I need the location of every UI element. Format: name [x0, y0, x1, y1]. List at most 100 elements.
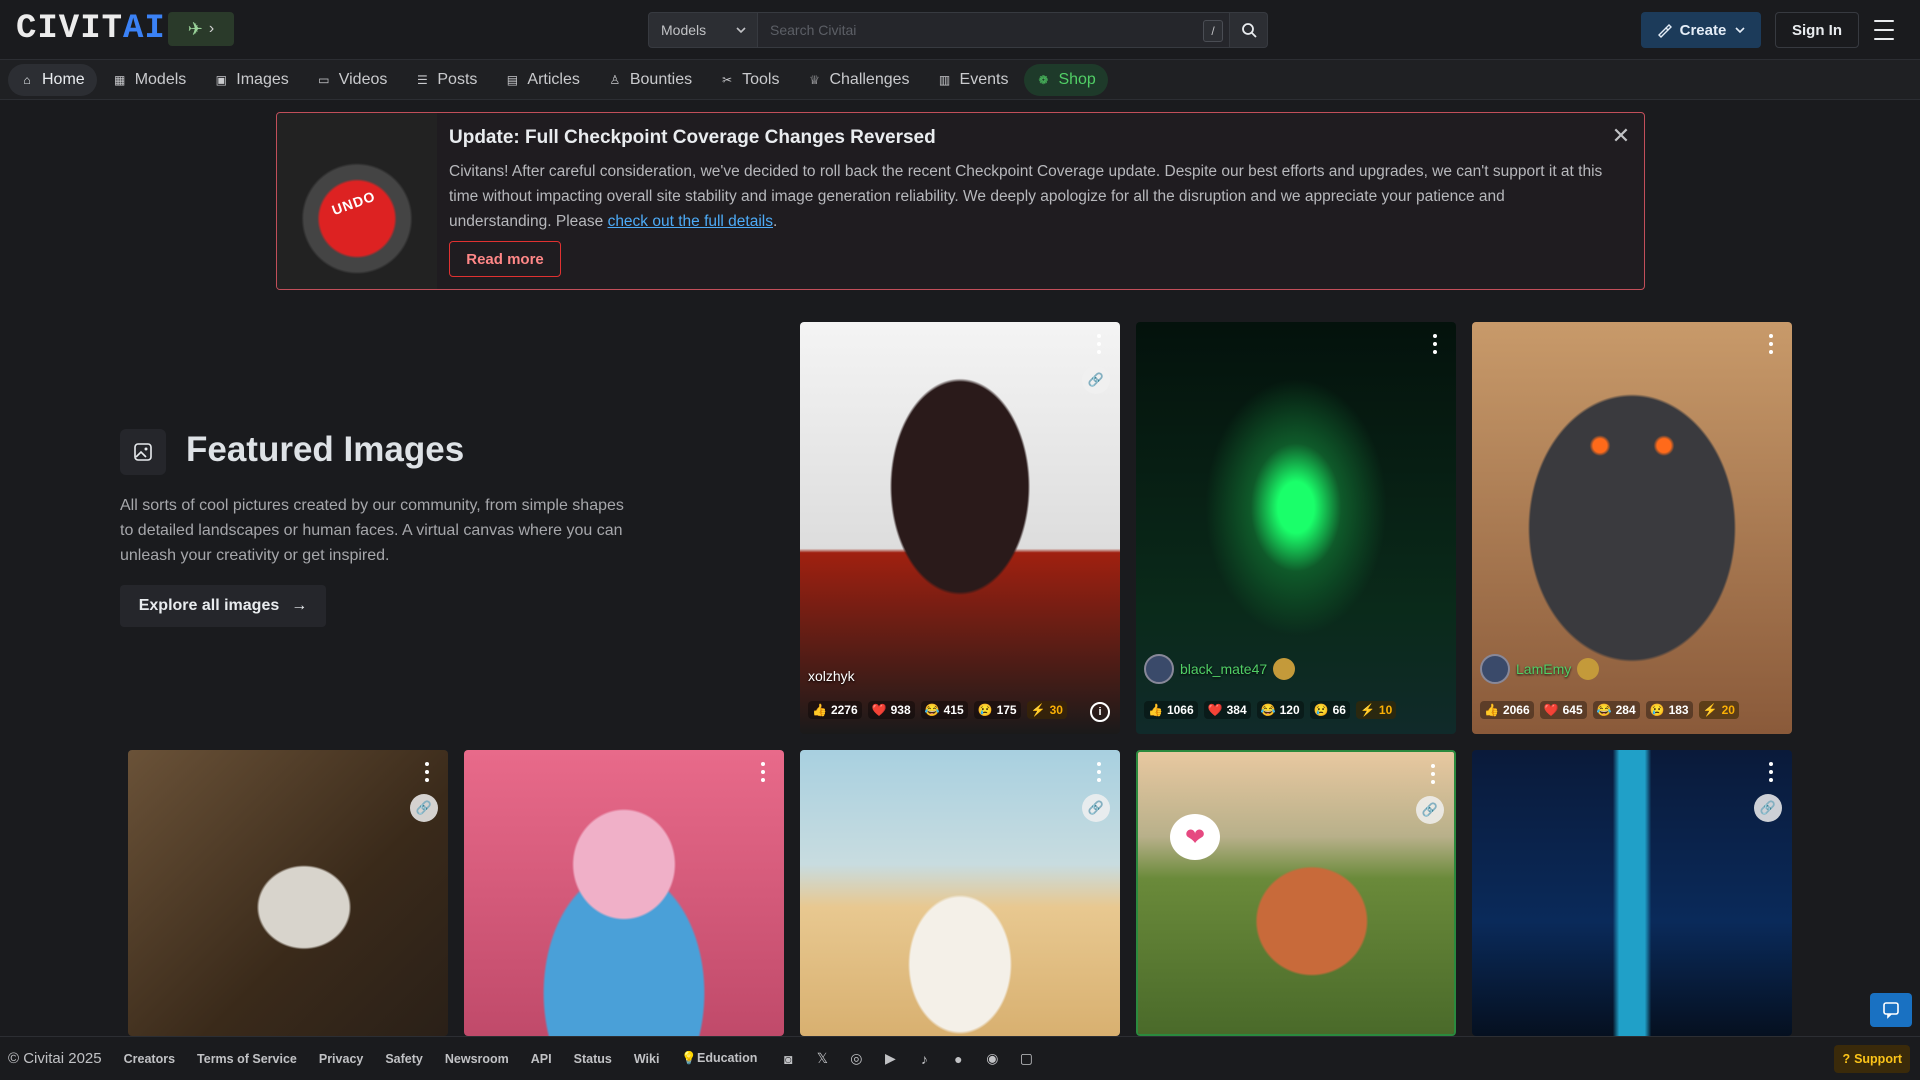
github-icon[interactable]: ◉ — [983, 1050, 1001, 1068]
bounty-icon: ♙ — [609, 72, 621, 87]
explore-all-images-button[interactable]: Explore all images → — [120, 585, 326, 627]
search-scope-select[interactable]: Models — [648, 12, 758, 48]
avatar — [1480, 654, 1510, 684]
link-icon[interactable]: 🔗 — [1082, 366, 1110, 394]
shop-icon: ❁ — [1038, 72, 1049, 87]
x-icon[interactable]: 𝕏 — [813, 1050, 831, 1068]
footer-link-status[interactable]: Status — [574, 1052, 612, 1066]
brush-icon — [1657, 24, 1672, 38]
search-button[interactable] — [1230, 12, 1268, 48]
heart-reaction[interactable]: ❤️ 938 — [867, 701, 915, 719]
reddit-icon[interactable]: ● — [949, 1050, 967, 1068]
more-options-icon[interactable] — [1768, 762, 1774, 782]
civitai-logo[interactable]: CIVITAI — [16, 10, 166, 48]
footer-link-wiki[interactable]: Wiki — [634, 1052, 660, 1066]
more-options-icon[interactable] — [1096, 762, 1102, 782]
nav-bounties[interactable]: ♙ Bounties — [596, 64, 704, 96]
nav-challenges[interactable]: ♕ Challenges — [795, 64, 921, 96]
nav-shop[interactable]: ❁ Shop — [1024, 63, 1108, 96]
hamburger-menu-icon[interactable] — [1870, 18, 1898, 42]
search-input[interactable]: Search Civitai / — [758, 12, 1230, 48]
heart-reaction[interactable]: ❤️ 384 — [1203, 701, 1251, 719]
nav-posts[interactable]: ☰ Posts — [403, 64, 489, 96]
instagram-icon[interactable]: ◎ — [847, 1050, 865, 1068]
tiktok-icon[interactable]: ♪ — [915, 1050, 933, 1068]
image-card[interactable]: 🔗 — [1472, 750, 1792, 1036]
logo-badge-button[interactable]: ✈ › — [168, 12, 234, 46]
image-card[interactable]: 🔗 ❤ — [1136, 750, 1456, 1036]
reaction-stats: 👍 2066 ❤️ 645 😂 284 😢 183 ⚡ 20 — [1480, 698, 1739, 722]
card-username[interactable]: xolzhyk — [808, 668, 855, 684]
heart-reaction[interactable]: ❤️ 645 — [1539, 701, 1587, 719]
link-icon[interactable]: 🔗 — [1082, 794, 1110, 822]
info-icon[interactable]: i — [1090, 702, 1110, 722]
buzz-tip[interactable]: ⚡ 20 — [1698, 701, 1739, 719]
laugh-reaction[interactable]: 😂 415 — [920, 701, 968, 719]
footer-link-education[interactable]: 💡Education — [681, 1051, 757, 1066]
sign-in-button[interactable]: Sign In — [1775, 12, 1859, 48]
more-options-icon[interactable] — [1768, 334, 1774, 354]
card-username[interactable]: black_mate47 — [1144, 654, 1296, 684]
image-card[interactable] — [464, 750, 784, 1036]
read-more-button[interactable]: Read more — [449, 241, 561, 277]
buzz-tip[interactable]: ⚡ 10 — [1355, 701, 1397, 719]
badge-icon — [1273, 658, 1296, 680]
youtube-icon[interactable]: ▶ — [881, 1050, 899, 1068]
like-reaction[interactable]: 👍 1066 — [1144, 701, 1198, 719]
card-image — [128, 750, 448, 1036]
more-options-icon[interactable] — [760, 762, 766, 782]
full-details-link[interactable]: check out the full details — [608, 213, 773, 230]
nav-tools[interactable]: ✂ Tools — [708, 64, 791, 96]
video-icon: ▭ — [318, 72, 330, 87]
image-card[interactable]: black_mate47 👍 1066 ❤️ 384 😂 120 😢 66 ⚡ 10 — [1136, 322, 1456, 734]
featured-description: All sorts of cool pictures created by ou… — [120, 497, 624, 564]
buzz-tip[interactable]: ⚡ 30 — [1026, 701, 1067, 719]
cry-reaction[interactable]: 😢 175 — [973, 701, 1021, 719]
footer-link-safety[interactable]: Safety — [385, 1052, 423, 1066]
footer-link-creators[interactable]: Creators — [124, 1052, 175, 1066]
support-button[interactable]: ? Support — [1834, 1045, 1910, 1073]
nav-videos[interactable]: ▭ Videos — [305, 64, 400, 96]
tools-icon: ✂ — [722, 72, 733, 87]
more-options-icon[interactable] — [424, 762, 430, 782]
nav-images[interactable]: ▣ Images — [202, 64, 300, 96]
nav-events[interactable]: ▥ Events — [926, 64, 1021, 96]
more-options-icon[interactable] — [1096, 334, 1102, 354]
footer-link-api[interactable]: API — [531, 1052, 552, 1066]
nav-models[interactable]: ▦ Models — [101, 64, 199, 96]
more-options-icon[interactable] — [1430, 764, 1436, 784]
like-reaction[interactable]: 👍 2066 — [1480, 701, 1534, 719]
link-icon[interactable]: 🔗 — [410, 794, 438, 822]
avatar — [1144, 654, 1174, 684]
arrow-right-icon: → — [291, 597, 308, 614]
cry-reaction[interactable]: 😢 66 — [1309, 701, 1350, 719]
nav-home[interactable]: ⌂ Home — [8, 63, 97, 96]
image-card[interactable]: LamEmy 👍 2066 ❤️ 645 😂 284 😢 183 ⚡ 20 — [1472, 322, 1792, 734]
nav-articles[interactable]: ▤ Articles — [493, 64, 591, 96]
copyright-text: © Civitai 2025 — [8, 1050, 102, 1067]
chevron-down-icon — [736, 27, 746, 34]
discord-icon[interactable]: ◙ — [779, 1050, 797, 1068]
footer-link-privacy[interactable]: Privacy — [319, 1052, 363, 1066]
trophy-icon: ♕ — [809, 72, 820, 87]
featured-title: Featured Images — [186, 430, 465, 469]
card-username[interactable]: LamEmy — [1480, 654, 1600, 684]
cry-reaction[interactable]: 😢 183 — [1645, 701, 1693, 719]
image-card[interactable]: 🔗 — [800, 750, 1120, 1036]
link-icon[interactable]: 🔗 — [1754, 794, 1782, 822]
reaction-stats: 👍 1066 ❤️ 384 😂 120 😢 66 ⚡ 10 — [1144, 698, 1397, 722]
image-card[interactable]: 🔗 — [128, 750, 448, 1036]
laugh-reaction[interactable]: 😂 120 — [1256, 701, 1304, 719]
create-button[interactable]: Create — [1641, 12, 1761, 48]
footer-link-newsroom[interactable]: Newsroom — [445, 1052, 509, 1066]
link-icon[interactable]: 🔗 — [1416, 796, 1444, 824]
like-reaction[interactable]: 👍 2276 — [808, 701, 862, 719]
search-bar: Models Search Civitai / — [648, 12, 1268, 48]
laugh-reaction[interactable]: 😂 284 — [1592, 701, 1640, 719]
chat-button[interactable] — [1870, 993, 1912, 1027]
more-options-icon[interactable] — [1432, 334, 1438, 354]
close-icon[interactable]: ✕ — [1610, 123, 1632, 148]
footer-link-terms[interactable]: Terms of Service — [197, 1052, 297, 1066]
image-card[interactable]: 🔗 xolzhyk 👍 2276 ❤️ 938 😂 415 😢 175 ⚡ 30 i — [800, 322, 1120, 734]
chat-icon[interactable]: ▢ — [1017, 1050, 1035, 1068]
